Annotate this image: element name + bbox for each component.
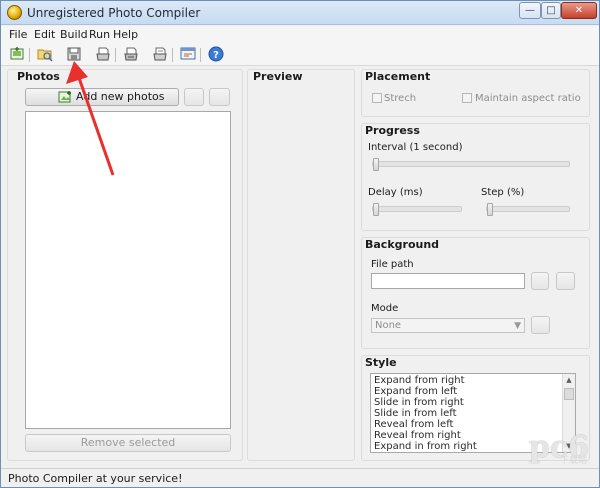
list-item[interactable]: Slide in from right [374, 397, 464, 408]
status-bar: Photo Compiler at your service! [1, 468, 599, 487]
window-title: Unregistered Photo Compiler [27, 6, 201, 20]
mode-options-button[interactable] [531, 316, 550, 334]
open-folder-icon[interactable] [37, 46, 53, 62]
svg-text:?: ? [213, 50, 219, 61]
maximize-button[interactable]: □ [541, 2, 561, 19]
move-up-button[interactable] [184, 88, 204, 106]
interval-slider-track [372, 161, 570, 167]
list-item[interactable]: Expand in from right [374, 441, 477, 452]
annotation-arrow-icon [66, 61, 115, 176]
background-title: Background [365, 238, 440, 251]
maintain-aspect-label: Maintain aspect ratio [475, 93, 581, 104]
mode-select[interactable]: None ▼ [371, 318, 525, 333]
toolbar-separator [200, 48, 201, 62]
file-path-input[interactable] [371, 273, 525, 289]
stretch-checkbox[interactable] [372, 93, 382, 103]
app-logo-icon [7, 5, 22, 20]
title-bar[interactable]: Unregistered Photo Compiler — □ ✕ [1, 1, 599, 25]
menu-bar: File Edit Build Run Help [1, 26, 599, 44]
toolbar-separator [29, 48, 30, 62]
toolbar-separator [172, 48, 173, 62]
list-item[interactable]: Expand from right [374, 375, 465, 386]
placement-title: Placement [365, 70, 431, 83]
export-icon[interactable] [152, 46, 168, 62]
menu-build[interactable]: Build [60, 28, 88, 41]
delay-slider-thumb[interactable] [373, 203, 379, 216]
app-window: Unregistered Photo Compiler — □ ✕ File E… [0, 0, 600, 488]
mode-label: Mode [371, 303, 399, 314]
style-title: Style [365, 356, 397, 369]
remove-selected-button[interactable]: Remove selected [25, 434, 231, 452]
list-item[interactable]: Expand from left [374, 386, 457, 397]
file-path-label: File path [371, 259, 414, 270]
step-slider-thumb[interactable] [487, 203, 493, 216]
watermark-sub: 下载站 [559, 456, 587, 466]
photos-list[interactable] [25, 111, 231, 429]
clear-path-button[interactable] [556, 272, 575, 290]
mode-select-value: None [375, 320, 402, 331]
scroll-up-icon[interactable]: ▲ [563, 374, 575, 386]
browse-button[interactable] [531, 272, 549, 290]
interval-slider-thumb[interactable] [373, 158, 379, 171]
new-project-icon[interactable] [9, 46, 25, 62]
chevron-down-icon: ▼ [514, 321, 521, 331]
delay-slider-track [372, 206, 462, 212]
maintain-aspect-checkbox[interactable] [462, 93, 472, 103]
photos-title: Photos [17, 70, 60, 83]
step-label: Step (%) [481, 187, 525, 198]
step-slider-track [486, 206, 570, 212]
progress-panel [361, 123, 590, 231]
progress-title: Progress [365, 124, 420, 137]
menu-help[interactable]: Help [113, 28, 138, 41]
settings-window-icon[interactable] [180, 46, 196, 62]
close-button[interactable]: ✕ [561, 2, 597, 19]
print-preview-icon[interactable] [123, 46, 139, 62]
list-item[interactable]: Reveal from left [374, 419, 453, 430]
move-down-button[interactable] [209, 88, 230, 106]
interval-label: Interval (1 second) [368, 142, 463, 153]
minimize-button[interactable]: — [519, 2, 541, 19]
menu-file[interactable]: File [9, 28, 27, 41]
status-text: Photo Compiler at your service! [8, 472, 183, 485]
menu-run[interactable]: Run [89, 28, 110, 41]
list-item[interactable]: Reveal from right [374, 430, 461, 441]
delay-label: Delay (ms) [368, 187, 423, 198]
stretch-label: Strech [384, 93, 417, 104]
list-item[interactable]: Slide in from left [374, 408, 457, 419]
preview-panel [247, 69, 355, 461]
menu-edit[interactable]: Edit [34, 28, 55, 41]
preview-title: Preview [253, 70, 303, 83]
scroll-thumb[interactable] [564, 388, 574, 400]
help-icon[interactable]: ? [208, 46, 224, 62]
